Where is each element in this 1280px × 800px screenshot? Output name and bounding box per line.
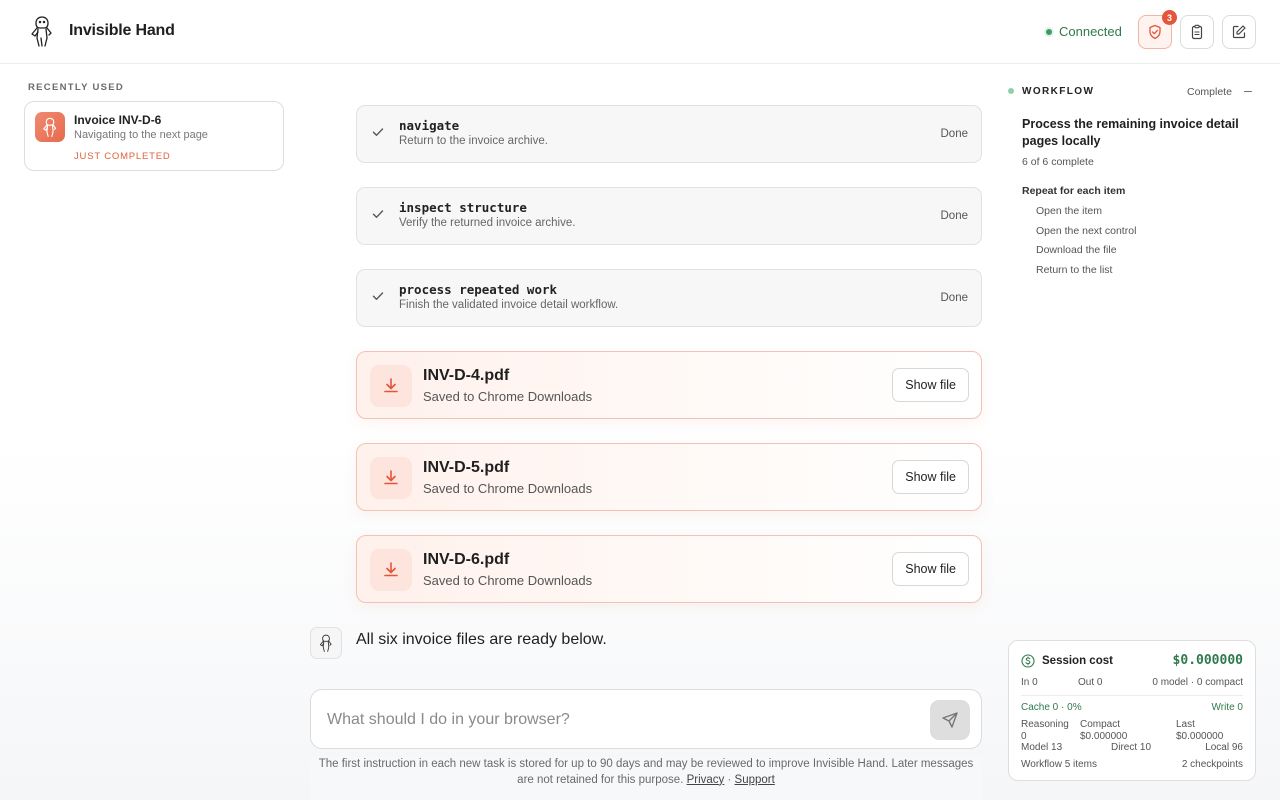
assistant-avatar (310, 627, 342, 659)
file-name: INV-D-5.pdf (423, 459, 510, 476)
model-count: Model 13 (1021, 742, 1063, 753)
step-status: Done (940, 292, 969, 304)
check-icon (372, 210, 384, 218)
tokens-in: In 0 (1021, 677, 1038, 688)
workflow-step: Download the file (1036, 244, 1117, 256)
step-title: process repeated work (399, 282, 558, 297)
download-icon (370, 457, 412, 499)
workflow-title: Process the remaining invoice detail pag… (1022, 117, 1239, 148)
recent-task-subtitle: Navigating to the next page (74, 129, 208, 141)
connection-status: Connected (1046, 24, 1122, 39)
step-description: Verify the returned invoice archive. (399, 217, 576, 229)
send-icon (942, 712, 958, 728)
prompt-input[interactable] (327, 706, 907, 734)
security-button[interactable]: 3 (1138, 10, 1177, 49)
app-title: Invisible Hand (69, 22, 175, 39)
recent-task-status: JUST COMPLETED (74, 151, 171, 162)
status-dot-icon (1046, 28, 1052, 35)
model-compact-count: 0 model · 0 compact (1152, 677, 1243, 688)
workflow-heading: WORKFLOW (1022, 86, 1095, 97)
step-description: Finish the validated invoice detail work… (399, 299, 619, 311)
local-count: Local 96 (1205, 742, 1243, 753)
last-label: Last (1176, 719, 1195, 730)
workflow-progress: 6 of 6 complete (1022, 156, 1094, 168)
shield-check-icon (1149, 24, 1161, 40)
assistant-logo-icon (319, 634, 332, 652)
reasoning-label: Reasoning (1021, 719, 1069, 730)
file-location: Saved to Chrome Downloads (423, 389, 593, 404)
dollar-icon (1021, 654, 1035, 668)
collapse-workflow-button[interactable]: – (1244, 82, 1252, 98)
disclaimer: The first instruction in each new task i… (310, 757, 982, 800)
step-card: inspect structure Verify the returned in… (356, 187, 982, 245)
check-icon (372, 128, 384, 136)
step-card: navigate Return to the invoice archive. … (356, 105, 982, 163)
file-name: INV-D-6.pdf (423, 551, 510, 568)
step-status: Done (940, 128, 969, 140)
task-thumbnail-icon (35, 112, 65, 142)
checkpoints-count: 2 checkpoints (1181, 759, 1243, 770)
send-button[interactable] (930, 700, 970, 740)
step-card: process repeated work Finish the validat… (356, 269, 982, 327)
edit-icon (1232, 25, 1246, 39)
session-cost-title: Session cost (1042, 655, 1113, 667)
workflow-status: Complete (1187, 86, 1232, 98)
file-name: INV-D-4.pdf (423, 367, 510, 384)
file-location: Saved to Chrome Downloads (423, 481, 593, 496)
session-cost-total: $0.000000 (1172, 653, 1243, 668)
reasoning-value: 0 (1021, 731, 1027, 742)
workflow-repeat-label: Repeat for each item (1022, 185, 1126, 197)
divider (1021, 695, 1243, 696)
assistant-message: All six invoice files are ready below. (356, 631, 607, 648)
download-icon (370, 365, 412, 407)
download-card: INV-D-5.pdf Saved to Chrome Downloads Sh… (356, 443, 982, 511)
direct-count: Direct 10 (1111, 742, 1152, 753)
clipboard-button[interactable] (1180, 15, 1214, 49)
session-cost-panel: Session cost $0.000000 In 0 Out 0 0 mode… (1008, 640, 1256, 781)
show-file-button[interactable]: Show file (892, 460, 969, 494)
show-file-button[interactable]: Show file (892, 552, 969, 586)
show-file-button[interactable]: Show file (892, 368, 969, 402)
check-icon (372, 292, 384, 300)
download-card: INV-D-4.pdf Saved to Chrome Downloads Sh… (356, 351, 982, 419)
recently-used-heading: RECENTLY USED (28, 82, 125, 93)
cache-stat: Cache 0 · 0% (1021, 702, 1082, 713)
workflow-items: Workflow 5 items (1021, 759, 1097, 770)
recent-task-title: Invoice INV-D-6 (74, 113, 162, 127)
connection-label: Connected (1059, 24, 1122, 39)
top-bar: Invisible Hand Connected 3 (0, 0, 1280, 64)
step-status: Done (940, 210, 969, 222)
file-location: Saved to Chrome Downloads (423, 573, 593, 588)
new-task-button[interactable] (1222, 15, 1256, 49)
step-title: navigate (399, 118, 460, 133)
compact-value: $0.000000 (1080, 731, 1128, 742)
write-stat: Write 0 (1211, 702, 1244, 713)
workflow-step: Return to the list (1036, 264, 1113, 276)
privacy-link[interactable]: Privacy (687, 774, 725, 786)
app-logo-icon (31, 16, 52, 47)
workflow-step: Open the next control (1036, 225, 1137, 237)
recent-task-card[interactable]: Invoice INV-D-6 Navigating to the next p… (24, 101, 284, 171)
clipboard-icon (1191, 24, 1203, 40)
disclaimer-text: The first instruction in each new task i… (318, 758, 974, 786)
disclaimer-separator: · (727, 773, 732, 786)
composer (310, 689, 982, 749)
support-link[interactable]: Support (735, 774, 775, 786)
last-value: $0.000000 (1176, 731, 1224, 742)
step-title: inspect structure (399, 200, 527, 215)
workflow-status-dot-icon (1008, 88, 1014, 94)
download-card: INV-D-6.pdf Saved to Chrome Downloads Sh… (356, 535, 982, 603)
download-icon (370, 549, 412, 591)
workflow-step: Open the item (1036, 205, 1102, 217)
step-description: Return to the invoice archive. (399, 135, 548, 147)
notification-badge: 3 (1162, 10, 1177, 25)
compact-label: Compact (1080, 719, 1121, 730)
tokens-out: Out 0 (1078, 677, 1103, 688)
